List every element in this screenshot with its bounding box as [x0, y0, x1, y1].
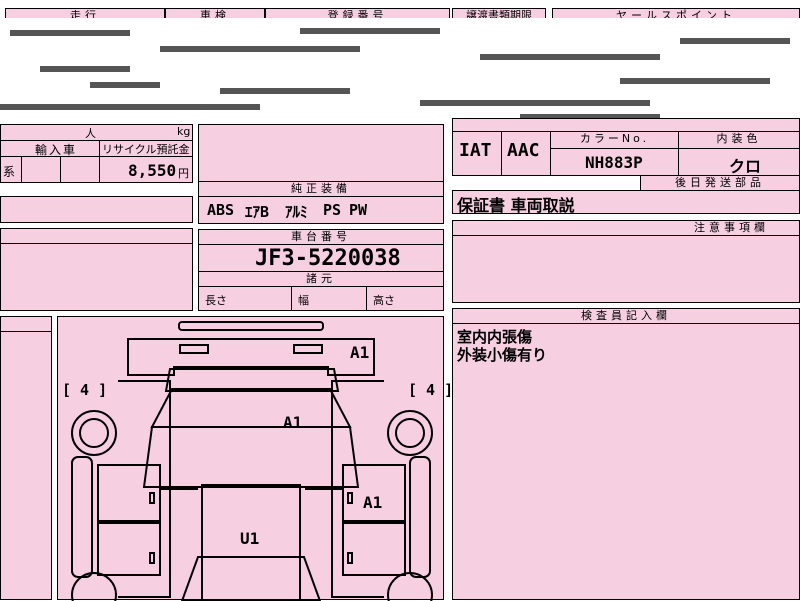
spec-width-label: 幅: [298, 294, 309, 307]
notes-header: 注意事項欄: [452, 220, 800, 236]
obscured-band: [0, 18, 800, 128]
recycle-header: リサイクル預託金: [99, 140, 193, 157]
wheel-front-left: [71, 410, 117, 456]
import-header: 輸入車: [0, 140, 100, 157]
equipment-abs: ABS: [207, 201, 235, 219]
import-cell-a: [21, 156, 61, 183]
later-parts-header: 後日発送部品: [640, 175, 800, 191]
unit-jin: 人: [85, 127, 96, 140]
left-rear-door: [97, 522, 161, 576]
chassis-value-cell: JF3-5220038: [198, 244, 444, 272]
notes-body: [452, 235, 800, 303]
unit-kg: kg: [177, 125, 191, 138]
equipment-pw: PW: [349, 201, 368, 219]
interior-color-value-cell: クロ: [678, 148, 800, 176]
headlight-left: [179, 344, 209, 354]
later-parts-value: 保証書 車両取説: [457, 196, 575, 215]
inspector-header: 検査員記入欄: [452, 308, 800, 324]
chassis-header: 車台番号: [198, 229, 444, 245]
interior-color-value: クロ: [729, 157, 762, 176]
left-header-3: [0, 316, 52, 332]
right-top-block: [452, 118, 800, 132]
kei-label: 系: [3, 165, 16, 179]
recycle-value-cell: 8,550 円: [99, 156, 193, 183]
equipment-alloy: ｱﾙﾐ: [285, 203, 308, 221]
color-no-value-cell: NH883P: [550, 148, 679, 176]
transmission-cell: IAT: [452, 131, 502, 176]
inspector-line-2: 外装小傷有り: [457, 346, 548, 364]
hood-outline: [164, 368, 340, 392]
left-blank-2: [0, 243, 193, 311]
spec-width-cell: 幅: [291, 286, 367, 311]
wheel-front-left-inner: [79, 418, 109, 448]
equipment-ps: PS: [323, 201, 342, 219]
spec-height-label: 高さ: [373, 294, 395, 307]
front-bumper-outline: [178, 321, 324, 331]
recycle-value: 8,550: [128, 161, 177, 180]
interior-color-header: 内装色: [678, 131, 800, 149]
wheel-front-right-inner: [395, 418, 425, 448]
equipment-airbag: ｴｱB: [245, 203, 270, 221]
aircon-cell: AAC: [501, 131, 551, 176]
equipment-values-cell: ABS ｴｱB ｱﾙﾐ PS PW: [198, 196, 444, 224]
spec-height-cell: 高さ: [366, 286, 444, 311]
wheel-front-right: [387, 410, 433, 456]
left-header-2: [0, 228, 193, 244]
left-mirror: [71, 456, 93, 578]
spec-length-cell: 長さ: [198, 286, 292, 311]
mark-right-door: A1: [363, 493, 383, 512]
windshield-outline: [150, 388, 352, 428]
mid-top-block: [198, 124, 444, 182]
cabin-outline: [142, 426, 360, 488]
transmission-value: IAT: [459, 140, 492, 161]
chassis-number: JF3-5220038: [255, 246, 401, 271]
color-no-header: カラーNo.: [550, 131, 679, 149]
import-cell-b: [60, 156, 100, 183]
grade-right: [ 4 ]: [408, 381, 454, 399]
grade-left: [ 4 ]: [62, 381, 108, 399]
left-blank-1: [0, 196, 193, 223]
spec-length-label: 長さ: [205, 294, 227, 307]
right-rear-door: [342, 522, 406, 576]
later-parts-value-cell: 保証書 車両取説: [452, 190, 800, 215]
inspector-body: 室内内張傷 外装小傷有り: [452, 323, 800, 600]
recycle-unit: 円: [178, 167, 189, 180]
vehicle-diagram: [71, 321, 433, 601]
recycle-label: リサイクル預託金: [102, 143, 190, 156]
vehicle-diagram-panel: [ 4 ] [ 4 ] A1 A1 A1 U1: [57, 316, 453, 601]
color-no-value: NH883P: [585, 153, 643, 172]
equipment-header: 純正装備: [198, 181, 444, 197]
mark-hood: A1: [283, 413, 303, 432]
mark-front-bumper: A1: [350, 343, 370, 362]
aircon-value: AAC: [507, 140, 540, 161]
specs-header: 諸元: [198, 271, 444, 287]
mark-roof: U1: [240, 529, 260, 548]
left-blank-3: [0, 331, 52, 600]
right-mirror: [409, 456, 431, 578]
headlight-right: [293, 344, 323, 354]
kei-cell: 系: [0, 156, 22, 183]
